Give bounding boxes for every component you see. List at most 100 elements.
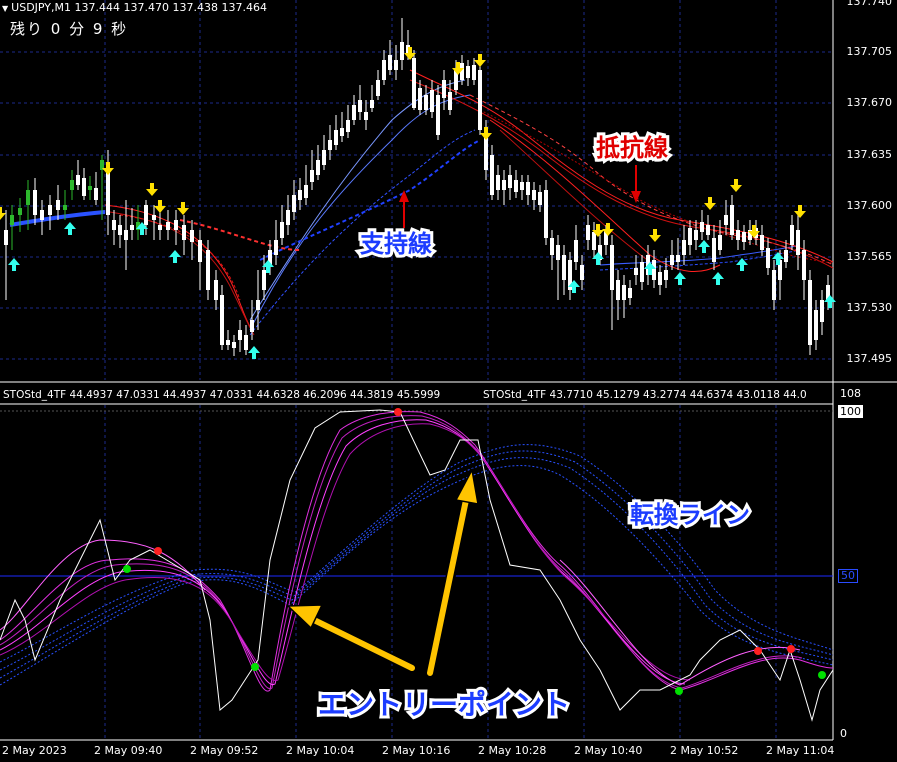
candle-body	[628, 288, 632, 298]
candle-body	[182, 225, 186, 240]
stoch-scale-100: 100	[838, 405, 863, 418]
candle-body	[244, 335, 248, 350]
chart-canvas[interactable]	[0, 0, 897, 762]
candle-body	[814, 310, 818, 340]
candle-body	[478, 70, 482, 130]
candle-body	[174, 220, 178, 230]
candle-body	[394, 60, 398, 70]
entry-point-label: エントリーポイント	[315, 685, 573, 724]
candle-body	[742, 232, 746, 242]
candle-body	[48, 205, 52, 215]
candle-body	[158, 225, 162, 230]
candle-body	[63, 205, 67, 210]
candle-body	[592, 232, 596, 250]
sell-arrow-icon	[0, 207, 6, 220]
candle-body	[676, 255, 680, 262]
price-label: 137.565	[846, 250, 893, 263]
candle-body	[496, 175, 500, 190]
candle-body	[190, 230, 194, 242]
dropdown-triangle-icon[interactable]: ▼	[2, 4, 8, 13]
candle-body	[466, 66, 470, 78]
sell-arrow-icon	[154, 200, 166, 213]
candle-body	[574, 240, 578, 262]
candlesticks	[4, 18, 830, 356]
turn-line-label: 転換ライン	[627, 498, 753, 532]
symbol-header: ▼ USDJPY,M1 137.444 137.470 137.438 137.4…	[2, 1, 267, 14]
candle-body	[124, 230, 128, 240]
candle-body	[400, 42, 404, 60]
price-grid	[0, 0, 833, 740]
candle-body	[232, 342, 236, 348]
candle-body	[802, 250, 806, 280]
candle-body	[412, 58, 416, 108]
candle-body	[352, 105, 356, 120]
candle-body	[70, 180, 74, 190]
time-label: 2 May 10:28	[478, 744, 547, 757]
candle-body	[694, 230, 698, 240]
candle-body	[334, 130, 338, 145]
candle-body	[18, 208, 22, 215]
candle-body	[328, 140, 332, 150]
buy-arrow-icon	[248, 346, 260, 359]
candle-body	[784, 250, 788, 262]
candle-body	[520, 182, 524, 190]
candle-body	[664, 270, 668, 280]
candle-body	[262, 270, 266, 290]
price-label: 137.495	[846, 352, 893, 365]
candle-body	[144, 205, 148, 225]
buy-arrow-icon	[824, 295, 836, 308]
buy-arrow-icon	[8, 258, 20, 271]
candle-body	[736, 230, 740, 240]
sell-arrow-icon	[177, 202, 189, 215]
price-label: 137.705	[846, 45, 893, 58]
time-label: 2 May 09:40	[94, 744, 163, 757]
time-label: 2 May 2023	[2, 744, 67, 757]
stoch-magenta-band	[0, 411, 834, 692]
candle-body	[448, 92, 452, 110]
candle-body	[562, 255, 566, 280]
indicator-label-2: STOStd_4TF 43.7710 45.1279 43.2774 44.63…	[483, 389, 807, 401]
candle-body	[508, 175, 512, 188]
price-label: 137.635	[846, 148, 893, 161]
panel-borders	[0, 0, 897, 741]
candle-body	[442, 80, 446, 98]
candle-body	[730, 205, 734, 235]
candle-body	[796, 230, 800, 255]
candle-body	[166, 222, 170, 230]
candle-body	[118, 225, 122, 235]
candle-body	[256, 300, 260, 310]
price-label: 137.600	[846, 199, 893, 212]
stoch-dots	[123, 408, 826, 695]
candle-body	[616, 280, 620, 300]
price-label: 137.530	[846, 301, 893, 314]
candle-body	[382, 60, 386, 80]
candle-body	[112, 220, 116, 230]
candle-body	[130, 225, 134, 230]
candle-body	[610, 245, 614, 290]
candle-body	[682, 240, 686, 255]
candle-body	[33, 190, 37, 215]
stoch-scale-top: 108	[840, 387, 861, 400]
candle-body	[424, 95, 428, 110]
sell-arrow-icon	[146, 183, 158, 196]
candle-body	[700, 222, 704, 232]
stoch-white-line	[0, 409, 834, 722]
candle-body	[556, 245, 560, 260]
time-label: 2 May 10:16	[382, 744, 451, 757]
support-line-label: 支持線	[357, 227, 435, 261]
stoch-scale-0: 0	[840, 727, 847, 740]
candle-body	[712, 238, 716, 262]
buy-arrow-icon	[712, 272, 724, 285]
candle-body	[250, 320, 254, 332]
candle-body	[388, 55, 392, 70]
time-label: 2 May 10:04	[286, 744, 355, 757]
candle-body	[820, 300, 824, 322]
buy-arrow-icon	[64, 222, 76, 235]
resistance-line-label: 抵抗線	[593, 131, 671, 165]
buy-arrow-icon	[698, 240, 710, 253]
sell-arrow-icon	[704, 197, 716, 210]
time-label: 2 May 10:40	[574, 744, 643, 757]
candle-body	[724, 215, 728, 225]
candle-body	[274, 240, 278, 255]
candle-body	[226, 340, 230, 345]
